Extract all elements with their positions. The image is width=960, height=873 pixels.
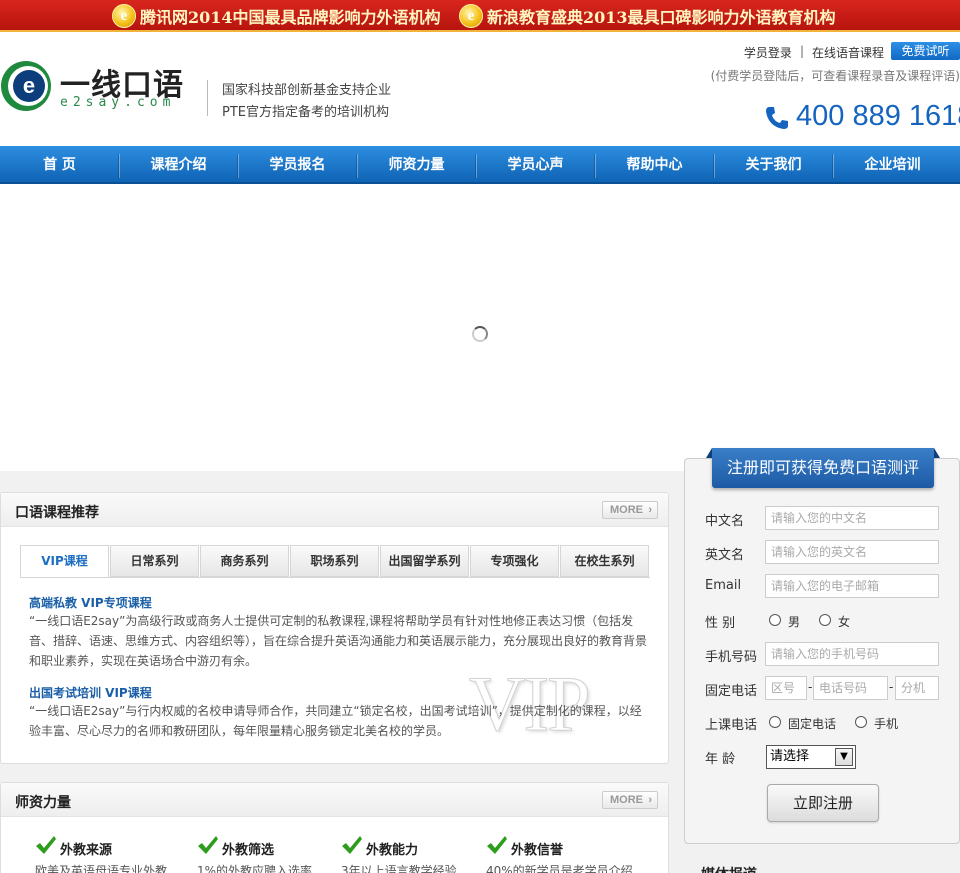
teachers-panel: 师资力量 MORE › 外教来源 欧美及英语母语专业外教 外教筛选 1%的外教应… bbox=[0, 782, 669, 873]
gender-label: 性 别 bbox=[705, 616, 736, 631]
mobile-input[interactable] bbox=[765, 642, 939, 666]
panel-title: 师资力量 bbox=[15, 795, 71, 811]
login-hint: (付费学员登陆后，可查看课程录音及课程评语) bbox=[710, 69, 960, 83]
chevron-right-icon: › bbox=[648, 504, 652, 516]
student-login-link[interactable]: 学员登录 bbox=[744, 44, 792, 61]
age-label: 年 龄 bbox=[705, 752, 736, 767]
class-phone-mobile-radio[interactable] bbox=[855, 716, 867, 728]
panel-title: 口语课程推荐 bbox=[15, 505, 99, 521]
extension-input[interactable] bbox=[895, 676, 939, 700]
tab-business[interactable]: 商务系列 bbox=[200, 545, 289, 577]
course-title-vip[interactable]: 高端私教 VIP专项课程 bbox=[29, 594, 152, 611]
tab-workplace[interactable]: 职场系列 bbox=[290, 545, 379, 577]
chevron-right-icon: › bbox=[648, 794, 652, 806]
top-links: 学员登录 | 在线语音课程 bbox=[744, 44, 884, 61]
class-phone-landline-label: 固定电话 bbox=[788, 717, 837, 731]
more-button[interactable]: MORE › bbox=[602, 501, 658, 519]
course-title-exam[interactable]: 出国考试培训 VIP课程 bbox=[29, 684, 152, 701]
e2say-coin-icon: e bbox=[112, 4, 136, 28]
mobile-label: 手机号码 bbox=[705, 650, 758, 665]
nav-teachers[interactable]: 师资力量 bbox=[357, 146, 476, 184]
banner-text: 腾讯网2014中国最具品牌影响力外语机构 bbox=[140, 8, 441, 27]
class-phone-label: 上课电话 bbox=[705, 718, 758, 733]
top-banner: e 腾讯网2014中国最具品牌影响力外语机构 e 新浪教育盛典2013最具口碑影… bbox=[0, 0, 960, 32]
age-select[interactable]: 请选择 ▼ bbox=[766, 745, 856, 769]
tab-vip[interactable]: VIP课程 bbox=[20, 545, 109, 578]
panel-header: 口语课程推荐 MORE › bbox=[1, 493, 668, 527]
nav-courses[interactable]: 课程介绍 bbox=[119, 146, 238, 184]
nav-help[interactable]: 帮助中心 bbox=[595, 146, 714, 184]
phone-number-input[interactable] bbox=[813, 676, 888, 700]
nav-about[interactable]: 关于我们 bbox=[714, 146, 833, 184]
free-trial-button[interactable]: 免费试听 bbox=[891, 42, 960, 60]
register-submit-button[interactable]: 立即注册 bbox=[767, 784, 879, 822]
check-icon bbox=[36, 836, 56, 854]
loading-spinner-icon bbox=[472, 326, 488, 342]
tagline-innovation: 国家科技部创新基金支持企业 bbox=[222, 83, 392, 98]
svg-text:e: e bbox=[23, 73, 35, 98]
nav-enroll[interactable]: 学员报名 bbox=[238, 146, 357, 184]
phone-icon bbox=[766, 107, 788, 129]
banner-award-tencent[interactable]: e 腾讯网2014中国最具品牌影响力外语机构 bbox=[112, 3, 441, 29]
course-tabs: VIP课程 日常系列 商务系列 职场系列 出国留学系列 专项强化 在校生系列 bbox=[20, 545, 649, 578]
banner-award-sina[interactable]: e 新浪教育盛典2013最具口碑影响力外语教育机构 bbox=[459, 3, 836, 29]
course-desc-exam: “一线口语E2say”与行内权威的名校申请导师合作，共同建立“锁定名校，出国考试… bbox=[29, 704, 642, 738]
online-audio-link[interactable]: 在线语音课程 bbox=[812, 44, 884, 61]
feature-desc: 40%的新学员是老学员介绍 bbox=[486, 864, 633, 873]
hotline-number: 400 889 1618 bbox=[796, 100, 960, 132]
panel-header: 师资力量 MORE › bbox=[1, 783, 668, 817]
nav-testimonials[interactable]: 学员心声 bbox=[476, 146, 595, 184]
cn-name-label: 中文名 bbox=[705, 514, 745, 529]
landline-label: 固定电话 bbox=[705, 684, 758, 699]
gender-female-label: 女 bbox=[838, 615, 851, 629]
feature-title: 外教信誉 bbox=[511, 843, 564, 858]
dash: - bbox=[889, 680, 894, 694]
nav-home[interactable]: 首 页 bbox=[0, 146, 119, 184]
feature-title: 外教来源 bbox=[60, 843, 113, 858]
class-phone-mobile-label: 手机 bbox=[874, 717, 899, 731]
tagline-pte: PTE官方指定备考的培训机构 bbox=[222, 105, 389, 120]
tabs-divider bbox=[20, 577, 650, 578]
more-label: MORE bbox=[610, 794, 643, 806]
gender-female-radio[interactable] bbox=[819, 614, 831, 626]
course-panel: 口语课程推荐 MORE › VIP课程 日常系列 商务系列 职场系列 出国留学系… bbox=[0, 492, 669, 764]
email-input[interactable] bbox=[765, 574, 939, 598]
area-code-input[interactable] bbox=[765, 676, 807, 700]
chevron-down-icon: ▼ bbox=[835, 748, 853, 766]
check-icon bbox=[198, 836, 218, 854]
feature-desc: 3年以上语言教学经验 bbox=[341, 864, 457, 873]
age-selected-value: 请选择 bbox=[770, 749, 810, 764]
tab-study-abroad[interactable]: 出国留学系列 bbox=[380, 545, 469, 577]
more-button[interactable]: MORE › bbox=[602, 791, 658, 809]
banner-text: 新浪教育盛典2013最具口碑影响力外语教育机构 bbox=[487, 8, 836, 27]
en-name-label: 英文名 bbox=[705, 548, 745, 563]
gender-male-radio[interactable] bbox=[769, 614, 781, 626]
dash: - bbox=[808, 680, 813, 694]
class-phone-landline-radio[interactable] bbox=[769, 716, 781, 728]
cn-name-input[interactable] bbox=[765, 506, 939, 530]
nav-corporate[interactable]: 企业培训 bbox=[833, 146, 952, 184]
feature-title: 外教能力 bbox=[366, 843, 419, 858]
feature-desc: 欧美及英语母语专业外教 bbox=[35, 864, 168, 873]
feature-title: 外教筛选 bbox=[222, 843, 275, 858]
en-name-input[interactable] bbox=[765, 540, 939, 564]
more-label: MORE bbox=[610, 504, 643, 516]
tab-intensive[interactable]: 专项强化 bbox=[470, 545, 559, 577]
course-desc-vip: “一线口语E2say”为高级行政或商务人士提供可定制的私教课程,课程将帮助学员有… bbox=[29, 614, 648, 668]
header-divider bbox=[207, 80, 208, 116]
tab-daily[interactable]: 日常系列 bbox=[110, 545, 199, 577]
gender-male-label: 男 bbox=[788, 615, 801, 629]
main-nav: 首 页 课程介绍 学员报名 师资力量 学员心声 帮助中心 关于我们 企业培训 bbox=[0, 146, 960, 184]
feature-desc: 1%的外教应聘入选率 bbox=[197, 864, 313, 873]
media-section-title: 媒体报道 bbox=[701, 864, 757, 873]
e2say-logo-icon[interactable]: e bbox=[0, 60, 52, 112]
e2say-coin-icon: e bbox=[459, 4, 483, 28]
logo-domain: e2say.com bbox=[60, 95, 176, 110]
check-icon bbox=[487, 836, 507, 854]
email-label: Email bbox=[705, 578, 742, 593]
tab-student[interactable]: 在校生系列 bbox=[560, 545, 649, 577]
link-separator: | bbox=[799, 44, 804, 58]
check-icon bbox=[342, 836, 362, 854]
register-title: 注册即可获得免费口语测评 bbox=[706, 448, 940, 488]
